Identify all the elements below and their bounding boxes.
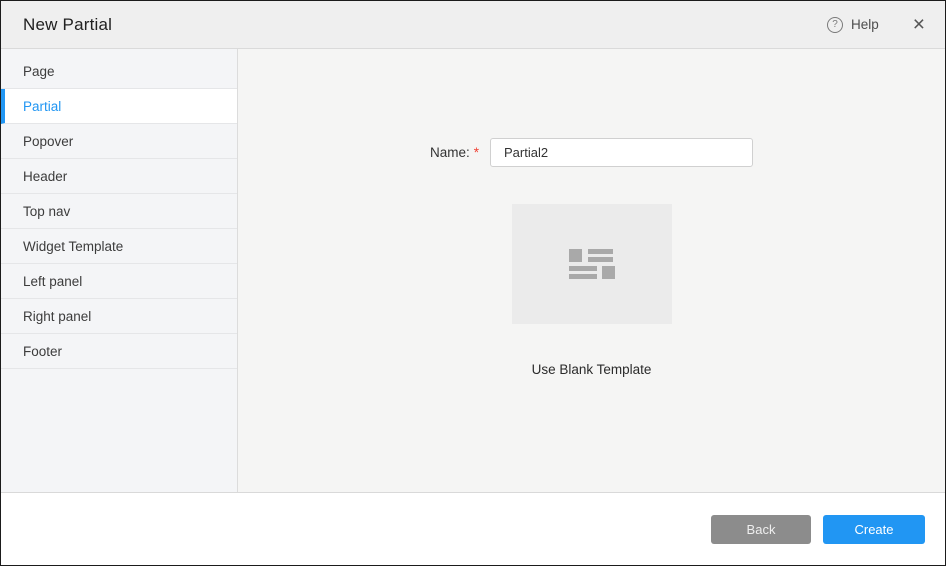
dialog-header: New Partial ? Help × bbox=[1, 1, 945, 49]
sidebar-item-label: Footer bbox=[23, 344, 62, 359]
blank-template-thumbnail[interactable] bbox=[512, 204, 672, 324]
sidebar-item-label: Popover bbox=[23, 134, 73, 149]
sidebar-item-label: Top nav bbox=[23, 204, 70, 219]
name-form-row: Name: * bbox=[238, 138, 945, 167]
sidebar-item-label: Page bbox=[23, 64, 55, 79]
sidebar-item-header[interactable]: Header bbox=[1, 159, 237, 194]
sidebar-item-label: Left panel bbox=[23, 274, 82, 289]
name-label: Name: bbox=[430, 145, 470, 160]
create-button[interactable]: Create bbox=[823, 515, 925, 544]
sidebar-item-right-panel[interactable]: Right panel bbox=[1, 299, 237, 334]
sidebar-item-widget-template[interactable]: Widget Template bbox=[1, 229, 237, 264]
close-icon[interactable]: × bbox=[913, 14, 925, 35]
component-type-sidebar: Page Partial Popover Header Top nav Widget Te… bbox=[1, 49, 238, 492]
sidebar-item-footer[interactable]: Footer bbox=[1, 334, 237, 369]
dialog-footer: Back Create bbox=[1, 492, 945, 565]
sidebar-item-top-nav[interactable]: Top nav bbox=[1, 194, 237, 229]
help-question-icon: ? bbox=[827, 17, 843, 33]
sidebar-item-popover[interactable]: Popover bbox=[1, 124, 237, 159]
dialog-body: Page Partial Popover Header Top nav Widget Te… bbox=[1, 49, 945, 492]
page-title: New Partial bbox=[23, 15, 112, 35]
help-label: Help bbox=[851, 17, 879, 32]
article-layout-icon bbox=[569, 249, 615, 279]
required-asterisk: * bbox=[474, 145, 479, 160]
sidebar-item-page[interactable]: Page bbox=[1, 54, 237, 89]
sidebar-item-label: Widget Template bbox=[23, 239, 123, 254]
main-content: Name: * Use Blank Template bbox=[238, 49, 945, 492]
sidebar-item-left-panel[interactable]: Left panel bbox=[1, 264, 237, 299]
use-blank-template-label[interactable]: Use Blank Template bbox=[238, 362, 945, 377]
header-actions: ? Help × bbox=[827, 14, 925, 35]
help-button[interactable]: ? Help bbox=[827, 17, 879, 33]
sidebar-item-label: Right panel bbox=[23, 309, 91, 324]
back-button[interactable]: Back bbox=[711, 515, 811, 544]
sidebar-item-label: Header bbox=[23, 169, 67, 184]
sidebar-item-partial[interactable]: Partial bbox=[1, 89, 237, 124]
name-input[interactable] bbox=[490, 138, 753, 167]
new-partial-dialog: New Partial ? Help × Page Partial Popover H… bbox=[0, 0, 946, 566]
sidebar-item-label: Partial bbox=[23, 99, 61, 114]
